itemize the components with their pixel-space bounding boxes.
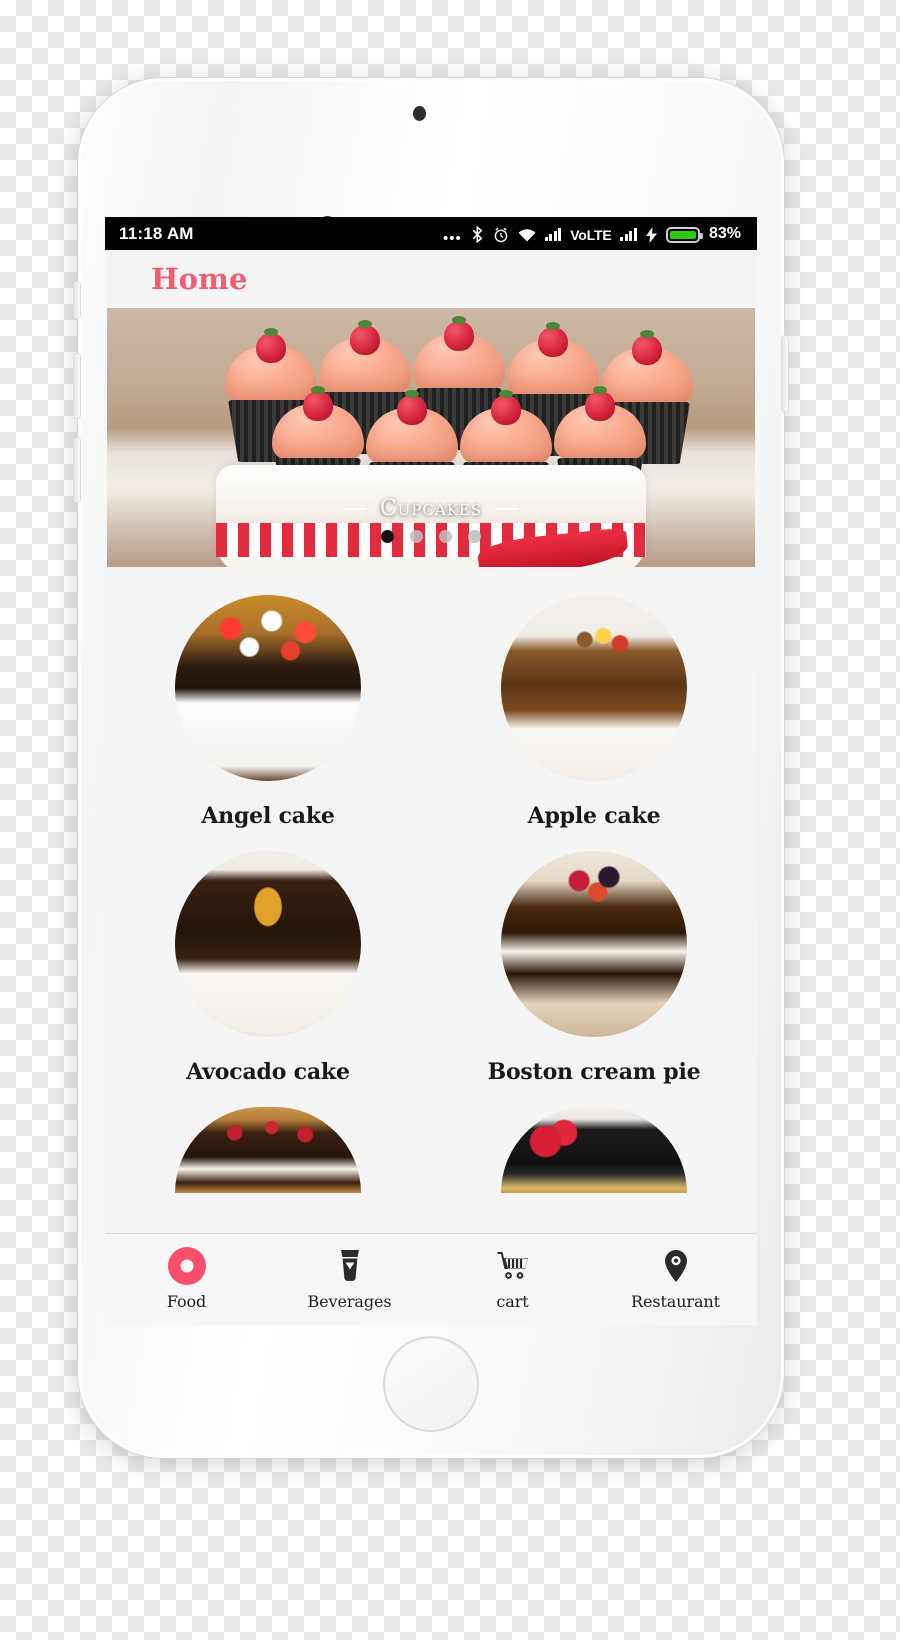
status-bar: 11:18 AM ••• VoLTE 83% (105, 217, 757, 250)
product-card[interactable]: Avocado cake (105, 837, 431, 1085)
nav-label-restaurant: Restaurant (631, 1292, 720, 1311)
product-grid: Angel cake Apple cake Avocado cake Bosto… (105, 567, 757, 1193)
volte-icon: VoLTE (570, 226, 612, 243)
banner-image-cupcakes (107, 308, 755, 567)
home-button[interactable] (385, 1338, 477, 1430)
banner-caption: Cupcakes (107, 496, 755, 521)
drink-cup-icon (337, 1248, 363, 1284)
silent-switch[interactable] (74, 282, 80, 318)
product-label: Boston cream pie (487, 1059, 701, 1085)
carousel-dot-2[interactable] (410, 530, 423, 543)
caption-dash-left (343, 507, 366, 510)
product-thumbnail[interactable] (501, 595, 687, 781)
more-dots-icon: ••• (442, 229, 462, 247)
product-card[interactable]: Angel cake (105, 581, 431, 829)
app-header: Home (105, 250, 757, 308)
product-label: Angel cake (201, 803, 335, 829)
battery-percent-label: 83% (708, 224, 741, 242)
bluetooth-icon (471, 225, 484, 243)
wifi-icon (518, 225, 536, 243)
nav-item-food[interactable]: Food (105, 1234, 268, 1325)
product-card[interactable]: Boston cream pie (431, 837, 757, 1085)
donut-icon (167, 1247, 206, 1285)
product-label: Avocado cake (186, 1059, 350, 1085)
phone-screen: 11:18 AM ••• VoLTE 83% Home Cupcakes Ang… (105, 217, 757, 1325)
nav-label-food: Food (166, 1292, 207, 1311)
signal-bars-2-icon (620, 227, 637, 241)
product-thumbnail[interactable] (501, 851, 687, 1037)
product-card[interactable]: Apple cake (431, 581, 757, 829)
carousel-dot-4[interactable] (468, 530, 481, 543)
carousel-dot-1[interactable] (381, 530, 394, 543)
product-thumbnail[interactable] (175, 595, 361, 781)
proximity-sensor-icon (413, 106, 426, 121)
banner-caption-text: Cupcakes (379, 496, 483, 521)
signal-bars-icon (544, 227, 562, 241)
power-button[interactable] (782, 336, 788, 412)
caption-dash-right (496, 507, 519, 510)
nav-label-cart: cart (496, 1292, 529, 1311)
charging-bolt-icon (645, 225, 657, 243)
product-thumbnail[interactable] (501, 1107, 687, 1193)
product-card-partial[interactable] (431, 1093, 757, 1193)
nav-item-beverages[interactable]: Beverages (268, 1234, 431, 1325)
product-card-partial[interactable] (105, 1093, 431, 1193)
volume-up-button[interactable] (74, 354, 80, 418)
bottom-navigation-bar: Food Beverages cart Restaurant (105, 1233, 757, 1325)
nav-item-cart[interactable]: cart (431, 1234, 594, 1325)
product-thumbnail[interactable] (175, 851, 361, 1037)
carousel-pagination-dots[interactable] (107, 530, 755, 543)
status-clock: 11:18 AM (119, 223, 194, 243)
nav-item-restaurant[interactable]: Restaurant (594, 1234, 757, 1325)
carousel-dot-3[interactable] (439, 530, 452, 543)
banner-carousel[interactable]: Cupcakes (107, 308, 755, 567)
product-thumbnail[interactable] (175, 1107, 361, 1193)
alarm-icon (493, 225, 509, 243)
product-label: Apple cake (527, 803, 661, 829)
phone-device-frame: 11:18 AM ••• VoLTE 83% Home Cupcakes Ang… (74, 78, 788, 1458)
shopping-cart-icon (496, 1248, 530, 1284)
location-pin-icon (663, 1248, 689, 1284)
volume-down-button[interactable] (74, 438, 80, 502)
nav-label-beverages: Beverages (307, 1292, 392, 1311)
page-title: Home (151, 262, 248, 296)
status-icon-tray: ••• VoLTE 83% (442, 224, 741, 247)
battery-icon (665, 225, 703, 243)
